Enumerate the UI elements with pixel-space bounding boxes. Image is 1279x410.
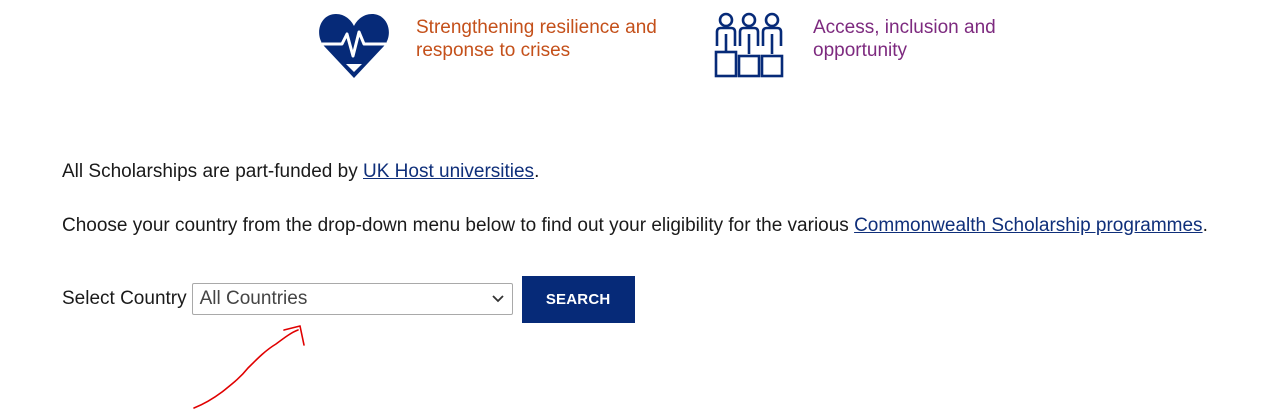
funding-text-lead: All Scholarships are part-funded by xyxy=(62,161,363,182)
theme-label: Access, inclusion and opportunity xyxy=(813,17,996,61)
chevron-down-icon xyxy=(491,295,504,303)
eligibility-text-end: . xyxy=(1202,215,1208,236)
theme-label: Strengthening resilience and response to… xyxy=(416,17,657,61)
eligibility-text-lead: Choose your country from the drop-down m… xyxy=(62,215,855,236)
heart-pulse-icon xyxy=(319,14,389,78)
theme-inclusion[interactable]: Access, inclusion and opportunity xyxy=(713,10,1083,80)
page: Strengthening resilience and response to… xyxy=(0,0,1279,410)
theme-resilience[interactable]: Strengthening resilience and response to… xyxy=(318,10,686,80)
funding-text: All Scholarships are part-funded by UK H… xyxy=(62,160,539,184)
country-search-form: Select Country All Countries SEARCH xyxy=(62,275,635,323)
country-select[interactable]: All Countries xyxy=(191,283,513,315)
funding-text-end: . xyxy=(534,161,540,182)
search-button[interactable]: SEARCH xyxy=(521,275,635,323)
commonwealth-programmes-link[interactable]: Commonwealth Scholarship programmes xyxy=(854,215,1202,236)
country-select-value: All Countries xyxy=(199,288,308,309)
select-country-label: Select Country xyxy=(62,288,187,309)
uk-host-universities-link[interactable]: UK Host universities xyxy=(363,161,534,182)
eligibility-text: Choose your country from the drop-down m… xyxy=(62,214,1208,238)
people-group-icon xyxy=(714,12,784,78)
